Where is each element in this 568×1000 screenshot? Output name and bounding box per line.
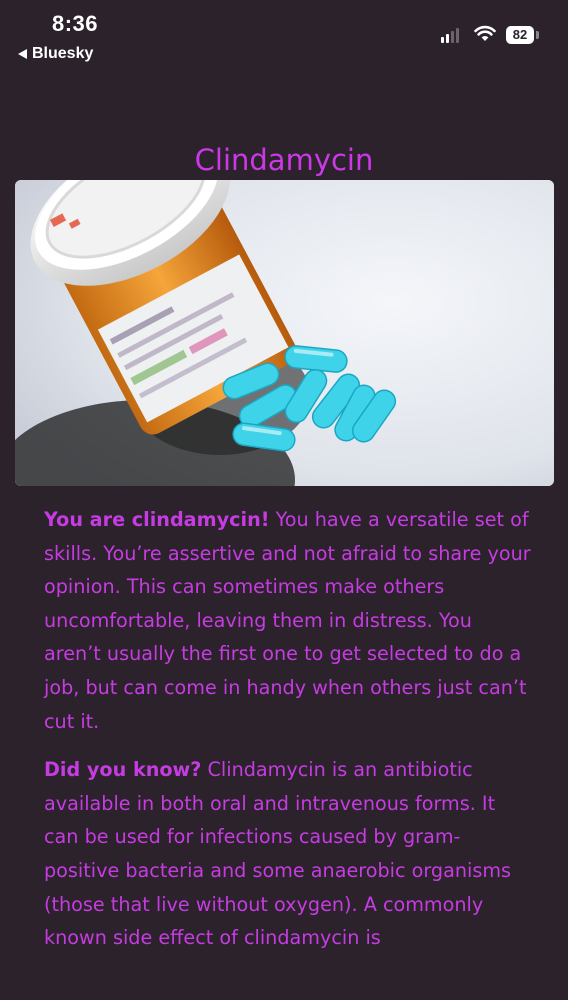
- intro-paragraph: You are clindamycin! You have a versatil…: [44, 503, 534, 738]
- description-content: You are clindamycin! You have a versatil…: [44, 503, 534, 970]
- intro-text: You have a versatile set of skills. You’…: [44, 508, 531, 733]
- page-title: Clindamycin: [194, 143, 374, 178]
- status-bar: 8:36 Bluesky 82: [0, 0, 568, 70]
- wifi-icon: [474, 25, 496, 41]
- intro-lead: You are clindamycin!: [44, 508, 270, 531]
- fact-paragraph: Did you know? Clindamycin is an antibiot…: [44, 753, 534, 955]
- fact-lead: Did you know?: [44, 758, 202, 782]
- battery-tip: [536, 31, 539, 39]
- back-app-label: Bluesky: [32, 45, 94, 62]
- back-to-app-button[interactable]: Bluesky: [18, 45, 93, 63]
- status-time: 8:36: [52, 11, 99, 36]
- pill-bottle-illustration: [15, 180, 554, 486]
- back-arrow-icon: [18, 49, 27, 59]
- battery-icon: 82: [506, 26, 534, 44]
- signal-icon: [441, 28, 459, 43]
- hero-image: [15, 180, 554, 486]
- fact-text: Clindamycin is an antibiotic available i…: [44, 758, 512, 950]
